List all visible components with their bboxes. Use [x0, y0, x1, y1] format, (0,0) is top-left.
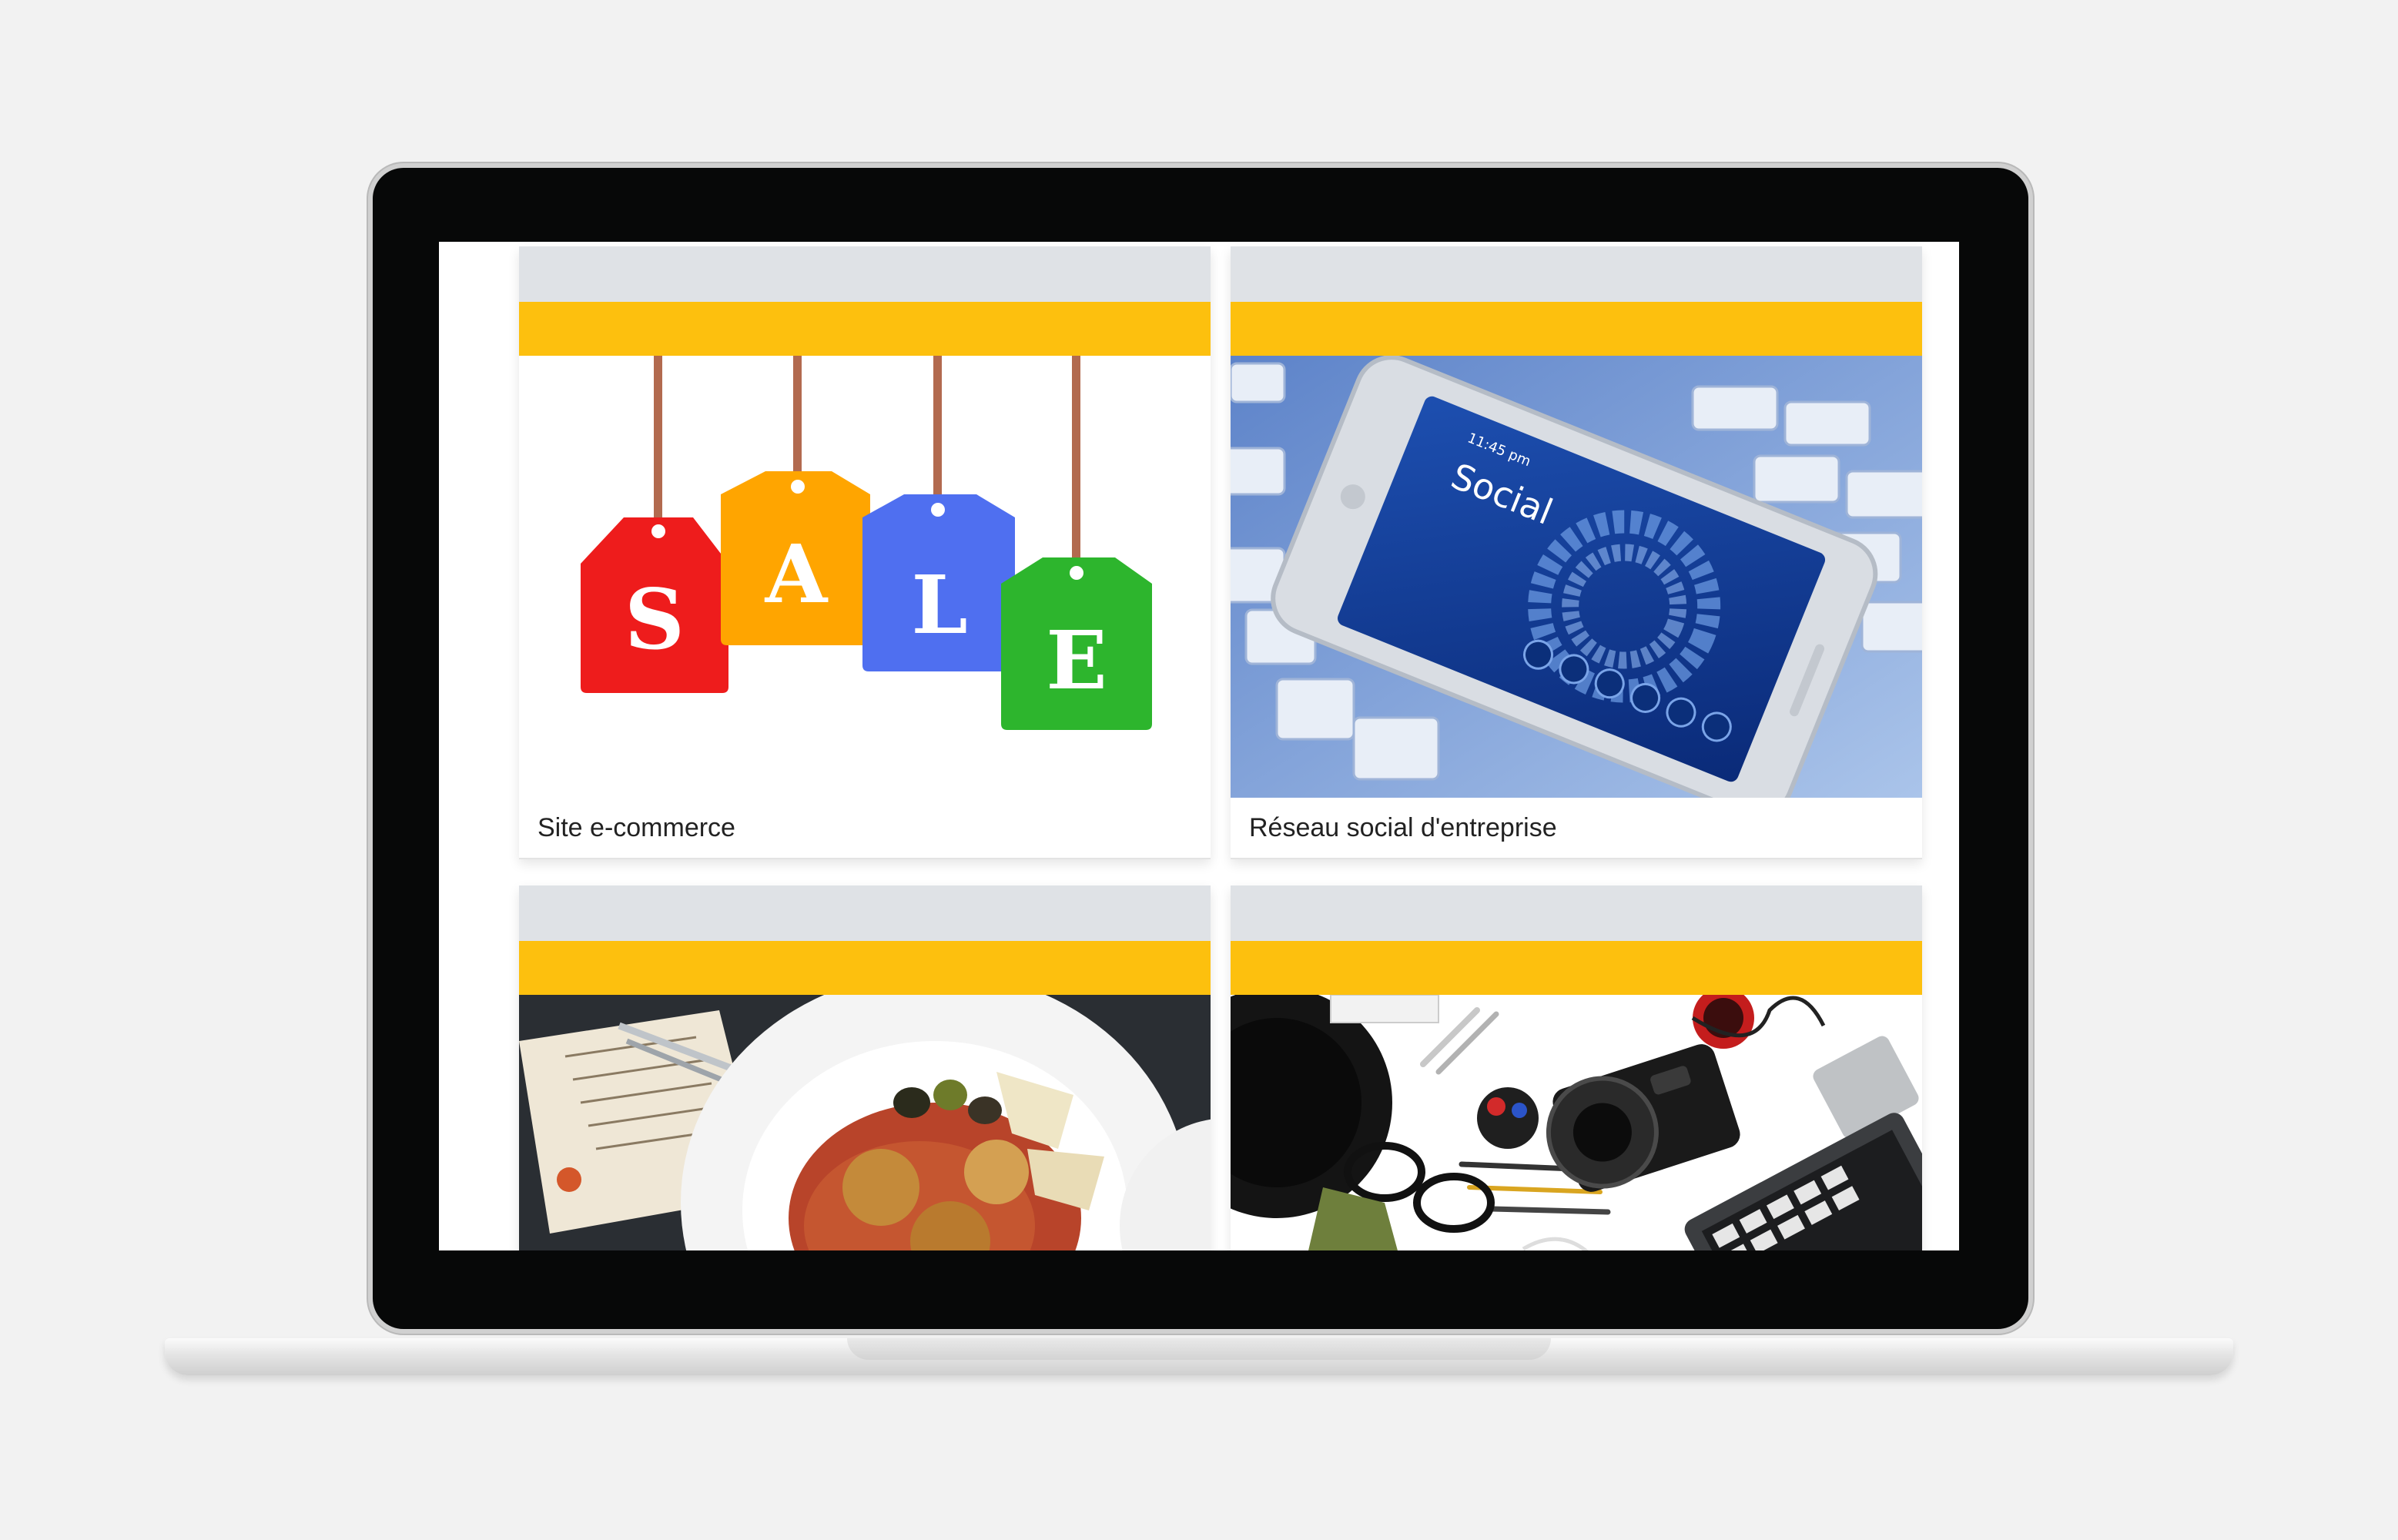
card-header-band: [1231, 886, 1922, 941]
portfolio-card-social-network[interactable]: 11:45 pm Social Réseau social d'entrepri…: [1231, 246, 1922, 859]
card-header-band: [1231, 246, 1922, 302]
card-caption: Site e-commerce: [519, 798, 1211, 859]
portfolio-grid: S A L E Site e-commerce 11:45 pm Social …: [519, 246, 1922, 1250]
card-accent-stripe: [1231, 302, 1922, 356]
sale-tag-letter: E: [1046, 613, 1107, 708]
office-desk-image: [1231, 995, 1922, 1250]
card-accent-stripe: [519, 941, 1211, 995]
card-header-band: [519, 886, 1211, 941]
sale-tags-image: S A L E: [519, 356, 1211, 798]
card-caption: Réseau social d'entreprise: [1231, 798, 1922, 859]
sale-tag-letter: S: [625, 571, 685, 668]
portfolio-card-restaurant[interactable]: [519, 886, 1211, 1250]
smartphone-keyboard-image: 11:45 pm Social: [1231, 356, 1922, 798]
sale-tag-letter: L: [911, 557, 967, 652]
card-header-band: [519, 246, 1211, 302]
sale-tag-letter: A: [765, 527, 829, 621]
food-plate-image: [519, 995, 1211, 1250]
card-accent-stripe: [519, 302, 1211, 356]
portfolio-card-office[interactable]: [1231, 886, 1922, 1250]
portfolio-card-ecommerce[interactable]: S A L E Site e-commerce: [519, 246, 1211, 859]
laptop-screen: S A L E Site e-commerce 11:45 pm Social …: [439, 242, 1959, 1250]
laptop-base-notch: [847, 1338, 1551, 1360]
card-accent-stripe: [1231, 941, 1922, 995]
